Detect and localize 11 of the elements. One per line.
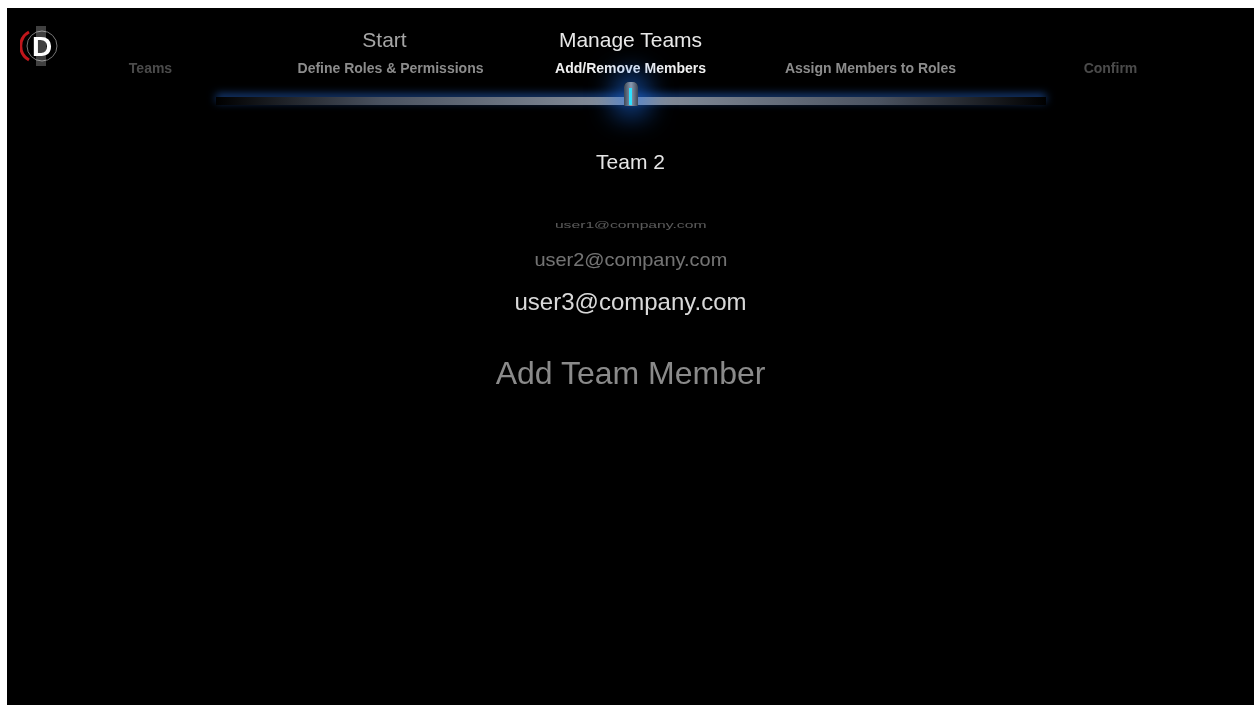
member-email[interactable]: user1@company.com bbox=[554, 218, 707, 231]
add-member-field[interactable]: Add Team Member bbox=[418, 354, 843, 394]
step-tab[interactable]: Assign Members to Roles bbox=[750, 60, 991, 76]
step-tab[interactable]: Define Roles & Permissions bbox=[270, 60, 511, 76]
position-indicator-icon bbox=[623, 82, 638, 106]
phase-label[interactable]: Manage Teams bbox=[499, 28, 762, 52]
member-email[interactable]: user2@company.com bbox=[534, 248, 727, 272]
phase-label[interactable]: Start bbox=[269, 28, 500, 52]
team-name: Team 2 bbox=[596, 150, 665, 174]
step-tab[interactable]: Add/Remove Members bbox=[510, 60, 751, 76]
member-email[interactable]: user3@company.com bbox=[514, 287, 747, 317]
